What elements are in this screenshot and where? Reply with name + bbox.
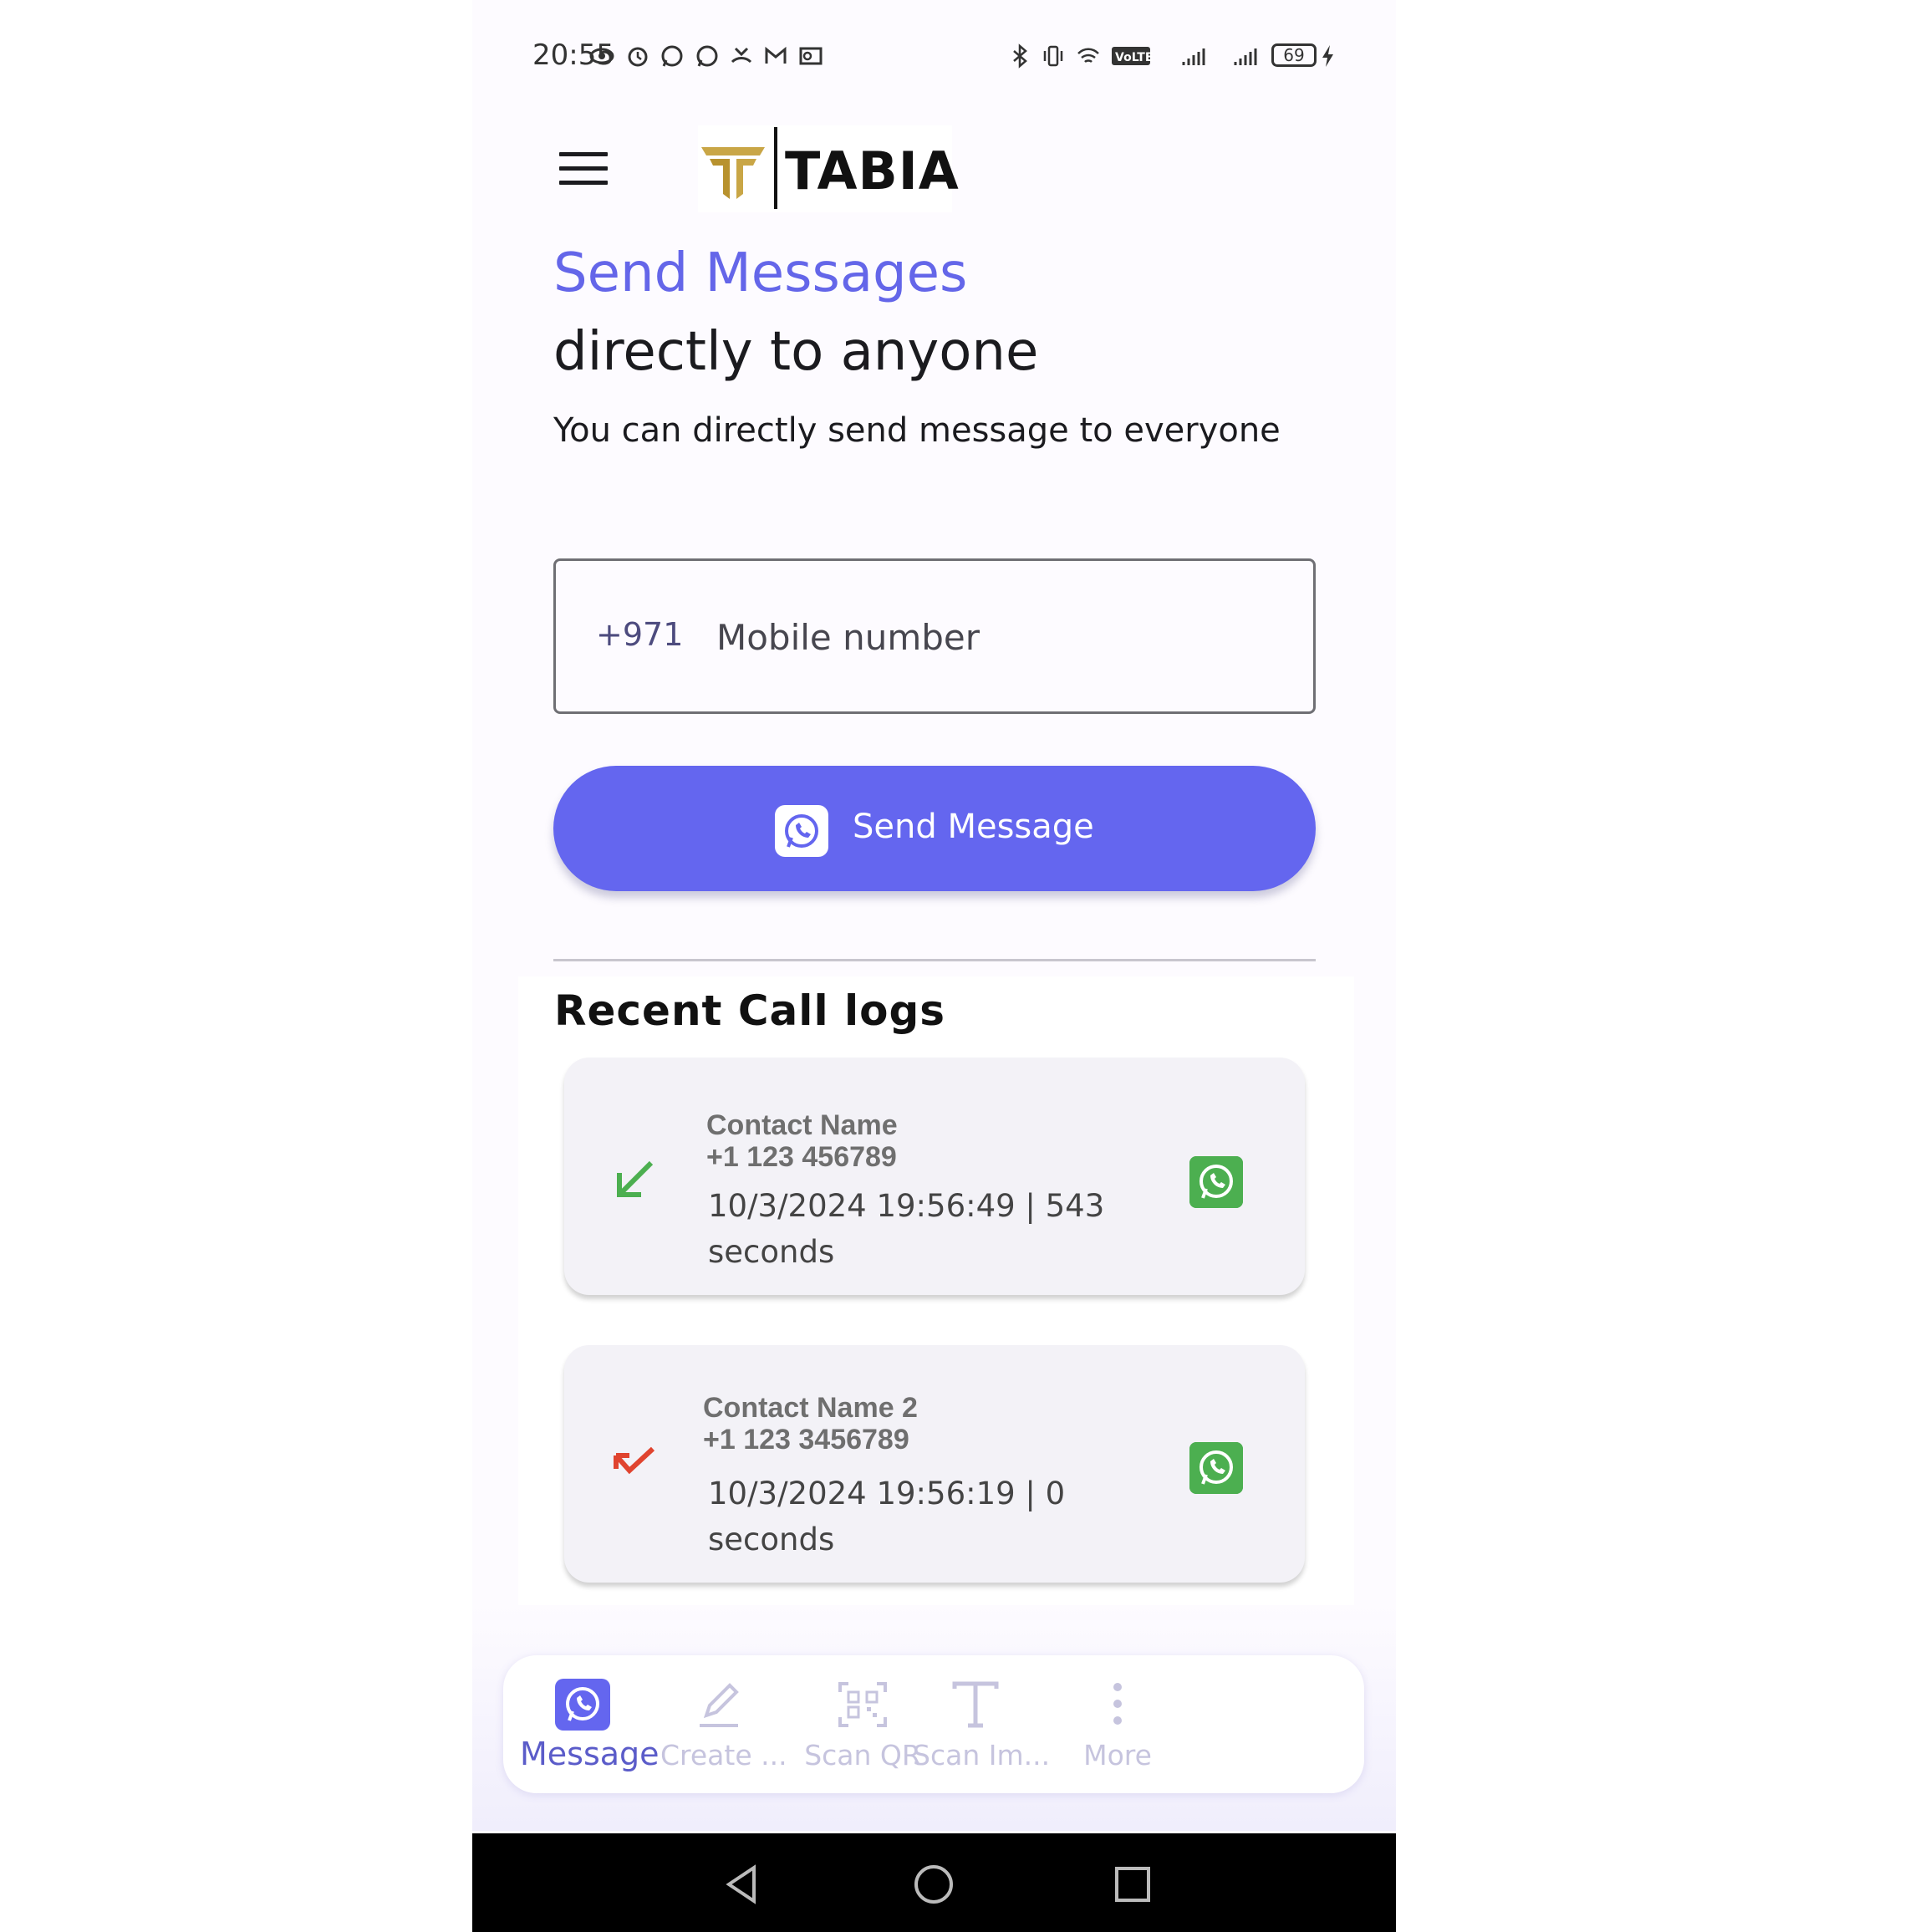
whatsapp-notification-icon <box>696 45 718 67</box>
status-bar: 20:55 VoLTE 69 <box>472 32 1396 84</box>
whatsapp-icon <box>775 805 828 857</box>
signal-icon <box>1182 48 1205 65</box>
more-vertical-icon <box>1113 1683 1122 1725</box>
svg-text:VoLTE: VoLTE <box>1115 51 1153 64</box>
wifi-icon <box>1077 48 1099 63</box>
vibrate-icon <box>1043 45 1063 67</box>
nav-item-more[interactable]: More <box>1059 1655 1176 1793</box>
nav-label: Scan Im... <box>913 1739 1051 1771</box>
nav-label: Scan QR <box>804 1739 921 1771</box>
page-subtitle: directly to anyone <box>553 321 1039 383</box>
bluetooth-icon <box>1013 43 1027 69</box>
qr-code-icon <box>838 1682 887 1727</box>
call-logs-title: Recent Call logs <box>554 986 946 1035</box>
alarm-icon <box>628 47 648 67</box>
whatsapp-icon[interactable] <box>1189 1156 1243 1208</box>
tabia-logo: TABIA <box>698 125 959 212</box>
nav-label: More <box>1083 1739 1152 1771</box>
contact-name: Contact Name <box>706 1109 898 1141</box>
missed-call-icon <box>731 47 752 64</box>
whatsapp-notification-icon <box>661 45 683 67</box>
nav-item-create[interactable]: Create ... <box>660 1655 787 1793</box>
nav-label: Message <box>520 1736 660 1772</box>
contact-number: +1 123 456789 <box>706 1141 897 1173</box>
logo-divider <box>774 127 777 209</box>
mobile-number-field[interactable]: +971 <box>553 558 1316 714</box>
signal-icon <box>1234 48 1257 65</box>
eye-icon <box>589 48 614 64</box>
send-message-label: Send Message <box>853 808 1094 846</box>
call-log-item[interactable]: Contact Name +1 123 456789 10/3/2024 19:… <box>564 1058 1305 1295</box>
section-divider <box>553 959 1316 961</box>
battery-icon: 69 <box>1271 43 1317 67</box>
charging-icon <box>1322 45 1333 67</box>
nav-item-scan-qr[interactable]: Scan QR <box>804 1655 921 1793</box>
nav-item-message[interactable]: Message <box>520 1655 660 1793</box>
contact-number: +1 123 3456789 <box>703 1424 909 1455</box>
logo-text: TABIA <box>785 140 960 201</box>
call-details: 10/3/2024 19:56:19 | 0 seconds <box>708 1476 1066 1557</box>
text-icon <box>952 1681 999 1728</box>
app-screen: 20:55 VoLTE 69 TABIA Send Messages direc… <box>472 0 1396 1932</box>
page-description: You can directly send message to everyon… <box>553 411 1281 450</box>
call-log-item[interactable]: Contact Name 2 +1 123 3456789 10/3/2024 … <box>564 1345 1305 1583</box>
call-details: 10/3/2024 19:56:49 | 543 seconds <box>708 1188 1105 1270</box>
nav-label: Create ... <box>660 1739 787 1771</box>
page-title: Send Messages <box>553 242 968 304</box>
recents-icon[interactable] <box>1112 1863 1154 1905</box>
pencil-icon <box>700 1683 739 1727</box>
send-message-button[interactable]: Send Message <box>553 766 1316 891</box>
gmail-icon <box>765 46 787 64</box>
outlook-icon <box>799 47 823 65</box>
nav-item-scan-image[interactable]: Scan Im... <box>913 1655 1051 1793</box>
incoming-call-icon <box>617 1160 654 1197</box>
country-code[interactable]: +971 <box>596 616 683 653</box>
menu-icon[interactable] <box>559 152 608 187</box>
whatsapp-icon <box>555 1679 610 1731</box>
system-navigation-bar <box>472 1833 1396 1932</box>
bottom-nav: Message Create ... Scan QR Scan Im... Mo… <box>503 1655 1364 1793</box>
logo-mark-icon <box>701 147 765 199</box>
home-icon[interactable] <box>913 1863 955 1905</box>
mobile-number-input[interactable] <box>716 601 1285 673</box>
whatsapp-icon[interactable] <box>1189 1442 1243 1494</box>
contact-name: Contact Name 2 <box>703 1392 918 1424</box>
volte-icon: VoLTE <box>1112 47 1153 65</box>
missed-call-icon <box>614 1446 655 1475</box>
back-icon[interactable] <box>721 1863 762 1905</box>
